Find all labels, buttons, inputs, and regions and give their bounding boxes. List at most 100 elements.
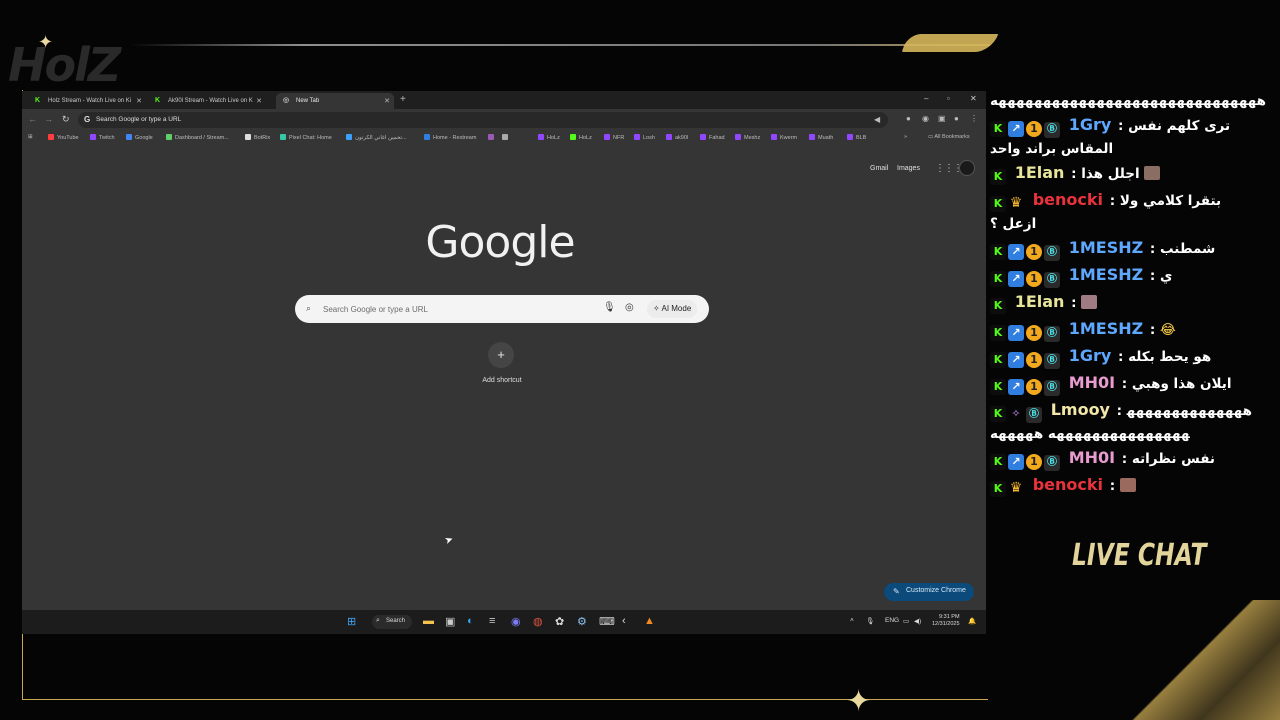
extension-icon[interactable]: ◉ xyxy=(922,114,929,123)
chat-username: 1Gry xyxy=(1068,346,1112,365)
google-apps-icon[interactable]: ⋮⋮⋮ xyxy=(935,163,963,174)
close-window-icon[interactable]: ✕ xyxy=(970,94,977,103)
menu-dots-icon[interactable]: ⋮ xyxy=(970,114,978,123)
bookmark-ak90l[interactable]: ak90l xyxy=(666,134,688,141)
new-tab-button[interactable]: + xyxy=(400,94,406,105)
bookmark-cartoon-songs[interactable]: تخمين اغاني الكرتون... xyxy=(346,134,407,141)
bookmark-muath[interactable]: Muath xyxy=(809,134,833,141)
keyboard-icon[interactable]: ⌨ xyxy=(599,615,615,628)
task-manager-icon[interactable]: ≡ xyxy=(489,615,495,627)
extension-icon[interactable]: ● xyxy=(906,114,911,123)
ai-mode-button[interactable]: ✧ AI Mode xyxy=(647,300,698,318)
emote-image xyxy=(1081,295,1098,309)
chat-message: K ↗ 1 Ⓑ 1MESHZ : شمطنب xyxy=(990,236,1252,263)
extensions-puzzle-icon[interactable]: ▣ xyxy=(938,114,946,123)
bookmark-youtube[interactable]: YouTube xyxy=(48,134,79,141)
steam-icon[interactable]: ⚙ xyxy=(577,615,587,628)
windows-start-icon[interactable]: ⊞ xyxy=(347,615,356,628)
close-tab-icon[interactable]: ✕ xyxy=(256,97,262,105)
gmail-link[interactable]: Gmail xyxy=(870,165,888,172)
profile-icon[interactable]: ● xyxy=(954,114,959,123)
minimize-icon[interactable]: – xyxy=(924,94,928,103)
file-explorer-icon[interactable]: ▬ xyxy=(423,615,434,627)
more-bookmarks-icon[interactable]: » xyxy=(904,134,907,140)
network-icon[interactable]: ▭ xyxy=(903,617,909,625)
kick-icon xyxy=(570,134,576,140)
speaker-icon[interactable]: ◀ xyxy=(874,115,880,124)
google-lens-icon[interactable]: ◎ xyxy=(625,302,634,313)
microphone-icon[interactable]: 🎙 xyxy=(603,302,616,313)
images-link[interactable]: Images xyxy=(897,165,920,172)
avatar[interactable] xyxy=(959,160,975,176)
maximize-icon[interactable]: ▫ xyxy=(947,94,950,103)
forward-icon[interactable]: → xyxy=(44,114,53,124)
kick-app-icon[interactable]: ‹ xyxy=(622,615,626,627)
close-tab-icon[interactable]: ✕ xyxy=(384,97,390,105)
all-bookmarks[interactable]: ▭ All Bookmarks xyxy=(928,134,970,140)
bookmark-icon-only[interactable] xyxy=(502,134,511,141)
bookmark-botrix[interactable]: BotRix xyxy=(245,134,270,141)
language-indicator[interactable]: ENG xyxy=(885,617,899,624)
tab-new-tab[interactable]: ◎ New Tab ✕ xyxy=(276,93,394,109)
vip-badge-icon: ✧ xyxy=(1011,407,1021,420)
microphone-icon[interactable]: 🎙 xyxy=(866,617,874,625)
emote-image xyxy=(1119,478,1136,492)
chat-message: ههههههههههههههههههههههههههههههه xyxy=(990,90,1266,113)
chat-username: 1MESHZ xyxy=(1068,319,1144,338)
app-icon[interactable]: ▲ xyxy=(644,615,655,627)
chrome-icon[interactable]: ◍ xyxy=(533,615,543,628)
taskbar-search[interactable]: ⌕ Search xyxy=(372,615,412,629)
kick-icon: K xyxy=(35,97,41,104)
twitch-icon xyxy=(90,134,96,140)
kick-badge-icon: K xyxy=(990,325,1006,341)
bookmark-meshz[interactable]: Meshz xyxy=(735,134,760,141)
bookmarks-bar: ⊞ YouTube Twitch Google Dashboard / Stre… xyxy=(22,131,986,145)
corner-brush-decoration xyxy=(1130,600,1280,720)
apps-grid-icon[interactable]: ⊞ xyxy=(28,134,33,140)
back-icon[interactable]: ← xyxy=(28,114,37,124)
twitch-icon xyxy=(604,134,610,140)
bookmark-restream[interactable]: Home - Restream xyxy=(424,134,476,141)
tab-ak90l-stream[interactable]: K Ak90l Stream - Watch Live on K ✕ xyxy=(148,93,266,109)
chevron-up-icon[interactable]: ˄ xyxy=(850,617,854,624)
add-shortcut-button[interactable]: + xyxy=(488,342,514,368)
close-tab-icon[interactable]: ✕ xyxy=(136,97,142,105)
bookmark-holz-kick[interactable]: HoLz xyxy=(570,134,592,141)
gift-badge-icon: 1 xyxy=(1026,244,1042,260)
gift-badge-icon: 1 xyxy=(1026,379,1042,395)
store-icon[interactable]: ▣ xyxy=(445,615,455,628)
bookmark-twitch[interactable]: Twitch xyxy=(90,134,115,141)
twitch-icon xyxy=(538,134,544,140)
bookmark-blb[interactable]: BLB xyxy=(847,134,866,141)
twitch-icon xyxy=(700,134,706,140)
tier-badge-icon: ↗ xyxy=(1008,454,1024,470)
kick-badge-icon: K xyxy=(990,406,1006,422)
bookmark-holz-twitch[interactable]: HoLz xyxy=(538,134,560,141)
bookmark-losh[interactable]: Losh xyxy=(634,134,655,141)
taskbar-clock[interactable]: 9:31 PM 12/31/2025 xyxy=(932,614,960,628)
address-bar[interactable]: G Search Google or type a URL ◀ xyxy=(78,112,888,128)
kick-badge-icon: K xyxy=(990,196,1006,212)
bookmark-nfr[interactable]: NFR xyxy=(604,134,624,141)
bookmark-pixel-chat[interactable]: Pixel Chat: Home xyxy=(280,134,332,141)
botrix-icon xyxy=(245,134,251,140)
bookmark-google[interactable]: Google xyxy=(126,134,153,141)
search-input[interactable]: ⌕ Search Google or type a URL 🎙 ◎ ✧ AI M… xyxy=(295,295,709,323)
gift-badge-icon: 1 xyxy=(1026,325,1042,341)
crown-badge-icon: ♛ xyxy=(1009,195,1023,211)
edge-icon[interactable]: ◐ xyxy=(467,615,474,627)
search-icon: ⌕ xyxy=(376,617,380,624)
discord-icon[interactable]: ◉ xyxy=(511,615,521,628)
customize-chrome-button[interactable]: ✎ Customize Chrome xyxy=(884,583,974,601)
notification-bell-icon[interactable]: 🔔 xyxy=(968,617,976,625)
tab-holz-stream[interactable]: K Holz Stream - Watch Live on Ki ✕ xyxy=(28,93,146,109)
gift-badge-icon: 1 xyxy=(1026,271,1042,287)
app-icon[interactable]: ✿ xyxy=(555,615,564,628)
bookmark-kwerm[interactable]: Kwerm xyxy=(771,134,797,141)
volume-icon[interactable]: ◀) xyxy=(914,617,921,625)
bookmark-icon-only[interactable] xyxy=(488,134,497,141)
reload-icon[interactable]: ↻ xyxy=(62,114,70,125)
bookmark-fahad[interactable]: Fahad xyxy=(700,134,725,141)
bookmark-dashboard[interactable]: Dashboard / Stream... xyxy=(166,134,229,141)
bookmark-icon xyxy=(502,134,508,140)
